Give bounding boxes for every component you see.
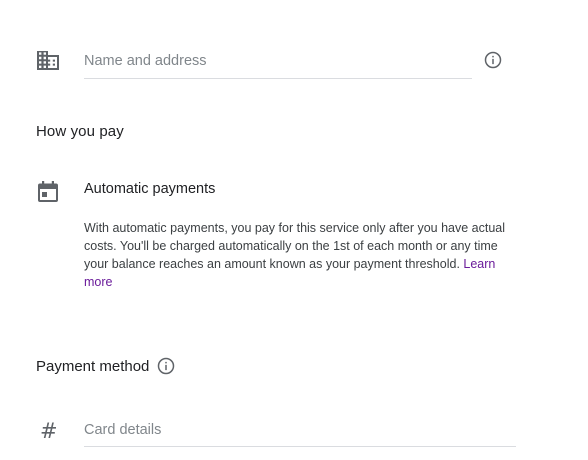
card-details-input[interactable] bbox=[84, 419, 516, 441]
name-and-address-underline bbox=[84, 78, 472, 79]
calendar-icon bbox=[38, 181, 58, 202]
payment-method-header: Payment method bbox=[36, 357, 175, 375]
automatic-payments-description-text: With automatic payments, you pay for thi… bbox=[84, 221, 506, 271]
hash-icon: # bbox=[40, 419, 58, 443]
automatic-payments-title: Automatic payments bbox=[84, 181, 216, 197]
payment-method-heading: Payment method bbox=[36, 357, 150, 375]
how-you-pay-heading: How you pay bbox=[36, 123, 124, 140]
payment-method-info-icon[interactable] bbox=[157, 357, 175, 375]
building-icon bbox=[37, 51, 59, 70]
automatic-payments-description: With automatic payments, you pay for thi… bbox=[84, 219, 516, 291]
info-icon[interactable] bbox=[484, 51, 502, 69]
card-details-underline bbox=[84, 446, 516, 447]
name-and-address-input[interactable] bbox=[84, 50, 472, 72]
